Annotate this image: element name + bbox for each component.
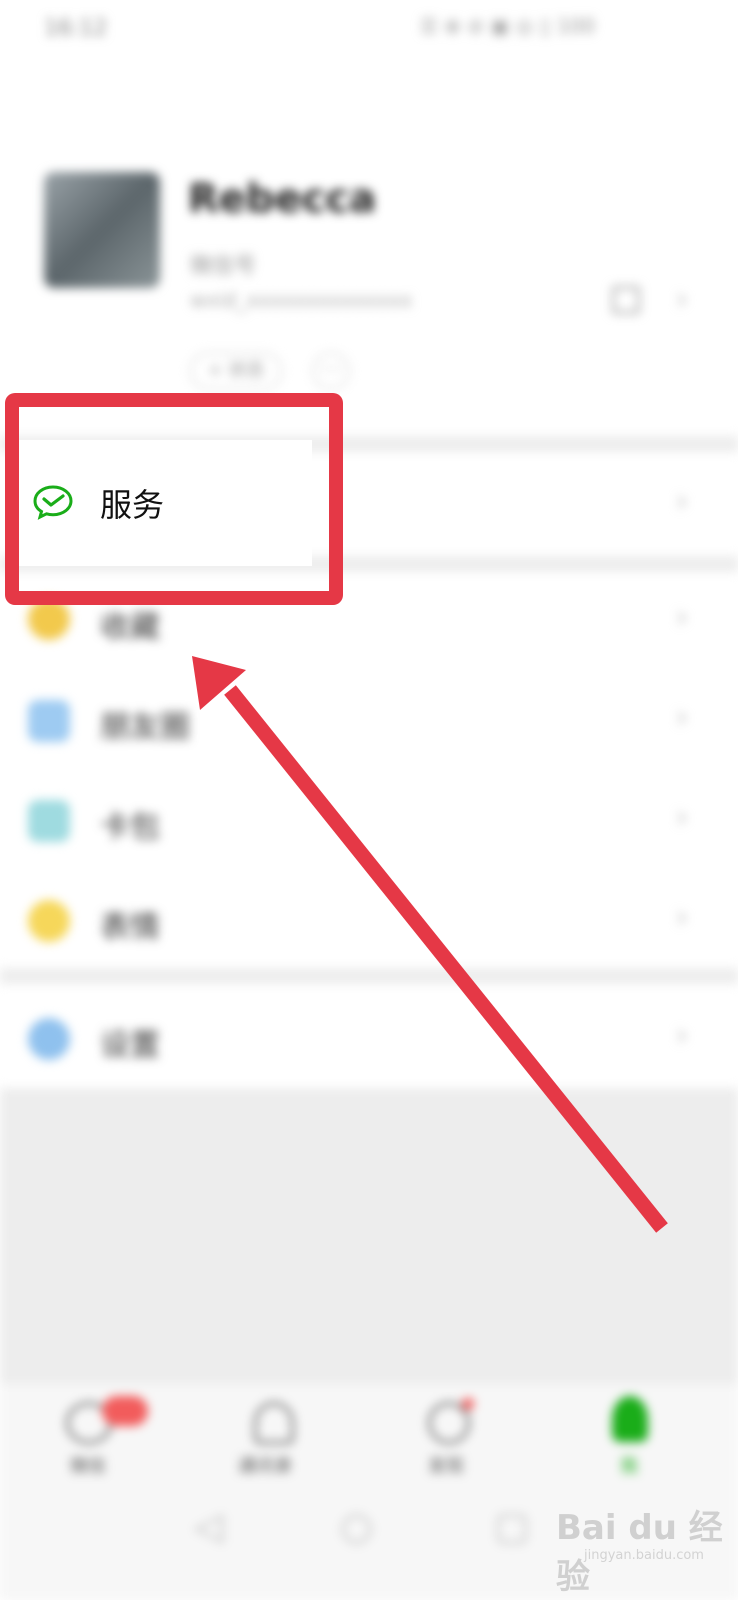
baidu-watermark-url: jingyan.baidu.com bbox=[584, 1548, 704, 1563]
annotation-arrow bbox=[192, 656, 668, 1233]
annotation-arrow-shaft bbox=[224, 685, 668, 1233]
